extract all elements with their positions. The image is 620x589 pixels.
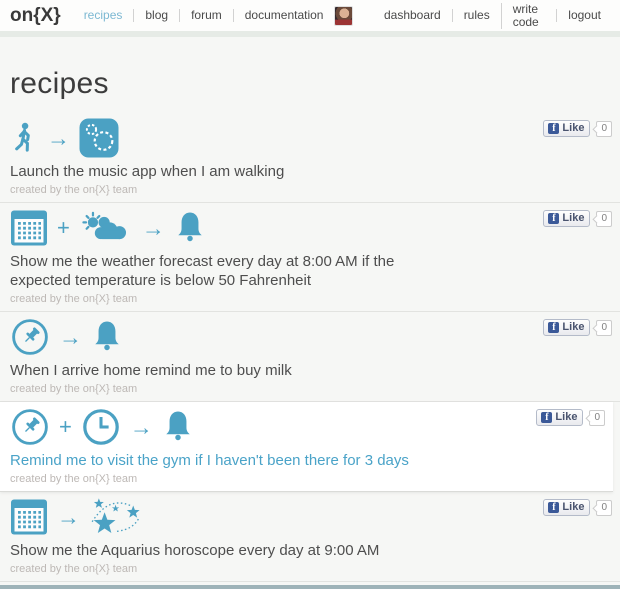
nav-item-documentation[interactable]: documentation	[232, 9, 335, 22]
clock-icon	[83, 409, 119, 445]
weather-icon	[82, 211, 126, 240]
like-count: 0	[589, 409, 605, 426]
like-label: Like	[562, 212, 585, 224]
calendar-icon	[11, 499, 47, 535]
recipe-row[interactable]: f Like 0 → Show me the Aquarius horoscop…	[0, 492, 620, 582]
facebook-like-widget: f Like 0	[543, 120, 612, 137]
recipe-row[interactable]: f Like 0 → Launch the music app when I am…	[0, 113, 620, 203]
music-app-icon	[79, 118, 119, 158]
recipe-row[interactable]: f Like 0 + → Remind me to visit the gym …	[0, 402, 613, 492]
recipe-icons: →	[10, 316, 610, 358]
recipe-byline: created by the on{X} team	[10, 293, 138, 305]
plus-icon: +	[57, 215, 70, 240]
facebook-like-widget: f Like 0	[543, 210, 612, 227]
like-label: Like	[562, 501, 585, 513]
facebook-like-widget: f Like 0	[543, 319, 612, 336]
facebook-icon: f	[548, 212, 560, 224]
recipe-row[interactable]: f Like 0 + → Show me the weather forecas…	[0, 203, 620, 312]
top-bar: on{X} recipes blog forum documentation d…	[0, 0, 620, 31]
like-count: 0	[596, 319, 612, 336]
like-label: Like	[562, 321, 585, 333]
recipe-byline: created by the on{X} team	[10, 563, 138, 575]
like-label: Like	[555, 411, 578, 423]
recipe-byline: created by the on{X} team	[10, 383, 138, 395]
facebook-like-button[interactable]: f Like	[543, 319, 591, 336]
footer-band	[0, 585, 620, 589]
arrow-icon: →	[59, 323, 82, 350]
walking-icon	[15, 122, 30, 152]
nav-item-dashboard[interactable]: dashboard	[373, 9, 452, 22]
like-label: Like	[562, 122, 585, 134]
stars-icon	[91, 498, 140, 533]
nav-item-blog[interactable]: blog	[133, 9, 179, 22]
arrow-icon: →	[141, 214, 165, 241]
arrow-icon: →	[57, 503, 80, 530]
like-count: 0	[596, 499, 612, 516]
avatar[interactable]	[334, 5, 353, 26]
facebook-like-button[interactable]: f Like	[536, 409, 584, 426]
like-count: 0	[596, 210, 612, 227]
facebook-like-button[interactable]: f Like	[543, 210, 591, 227]
bell-icon	[95, 321, 119, 351]
arrow-icon: →	[129, 413, 153, 440]
nav-item-forum[interactable]: forum	[179, 9, 233, 22]
nav-item-rules[interactable]: rules	[451, 9, 501, 22]
recipe-byline: created by the on{X} team	[10, 473, 138, 485]
facebook-like-widget: f Like 0	[543, 499, 612, 516]
plus-icon: +	[59, 414, 72, 439]
recipe-title[interactable]: Show me the weather forecast every day a…	[10, 252, 455, 290]
main-nav: recipes blog forum documentation	[73, 9, 335, 22]
recipe-icons: + →	[10, 207, 610, 249]
calendar-icon	[11, 210, 47, 246]
facebook-like-button[interactable]: f Like	[543, 120, 591, 137]
bell-icon	[166, 411, 190, 441]
location-pin-icon	[12, 319, 48, 355]
facebook-icon: f	[548, 122, 560, 134]
recipe-title[interactable]: Show me the Aquarius horoscope every day…	[10, 541, 455, 560]
like-count: 0	[596, 120, 612, 137]
nav-item-write-code[interactable]: write code	[500, 2, 557, 29]
facebook-icon: f	[541, 411, 553, 423]
nav-item-logout[interactable]: logout	[556, 9, 612, 22]
recipe-icons: + →	[10, 406, 603, 448]
recipe-byline: created by the on{X} team	[10, 184, 138, 196]
page-title: recipes	[10, 67, 109, 100]
location-pin-icon	[12, 409, 48, 445]
onx-logo[interactable]: on{X}	[10, 5, 61, 27]
recipe-icons: →	[10, 496, 610, 538]
arrow-icon: →	[47, 124, 70, 151]
recipe-title[interactable]: When I arrive home remind me to buy milk	[10, 361, 455, 380]
recipe-title[interactable]: Launch the music app when I am walking	[10, 162, 455, 181]
facebook-icon: f	[548, 321, 560, 333]
nav-item-recipes[interactable]: recipes	[73, 9, 134, 22]
user-nav: dashboard rules write code logout	[373, 2, 612, 29]
facebook-icon: f	[548, 501, 560, 513]
facebook-like-widget: f Like 0	[536, 409, 605, 426]
recipe-row[interactable]: f Like 0 → When I arrive home remind me t…	[0, 312, 620, 402]
recipe-title[interactable]: Remind me to visit the gym if I haven't …	[10, 451, 455, 470]
bell-icon	[178, 212, 202, 242]
facebook-like-button[interactable]: f Like	[543, 499, 591, 516]
recipe-icons: →	[10, 117, 610, 159]
